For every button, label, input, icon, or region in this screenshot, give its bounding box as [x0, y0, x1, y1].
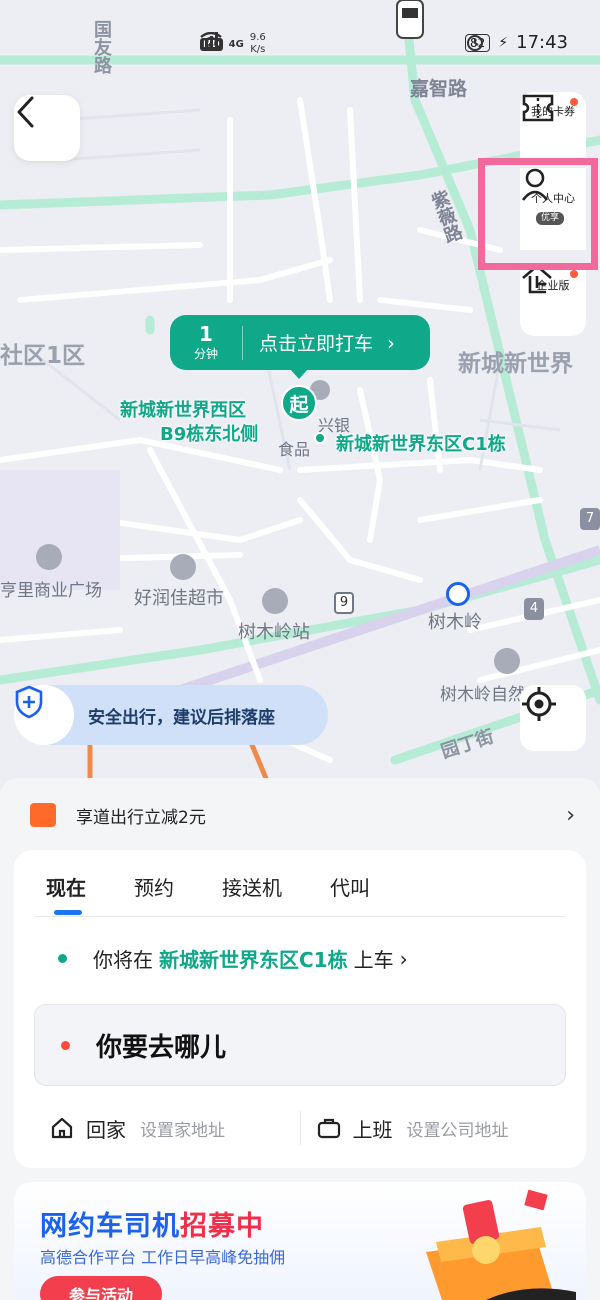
route-badge: 7: [580, 508, 600, 530]
banner-title-part2: 招募中: [180, 1211, 264, 1242]
pickup-marker[interactable]: [314, 432, 326, 444]
start-location-label: 新城新世界西区: [120, 400, 246, 421]
back-arrow-icon: [17, 96, 34, 128]
route-badge: 9: [334, 592, 354, 614]
tab-reserve[interactable]: 预约: [134, 872, 174, 901]
banner-title-part1: 网约车司机: [40, 1211, 180, 1242]
speed-value: 9.6: [249, 32, 266, 43]
call-ride-label: 点击立即打车: [259, 333, 374, 355]
chevron-right-icon: ›: [387, 330, 396, 355]
poi-label: 食品: [278, 440, 311, 459]
bottom-sheet: 享道出行立减2元 › 现在 预约 接送机 代叫 你将在 新城新世界东区C1栋 上…: [0, 778, 600, 1300]
banner-title: 网约车司机招募中: [40, 1204, 264, 1243]
safety-shield-icon: [14, 685, 74, 745]
supermarket-icon: [170, 554, 196, 580]
start-location-label-line2: B9栋东北侧: [160, 424, 259, 445]
tab-airport[interactable]: 接送机: [222, 872, 282, 901]
driver-recruit-banner[interactable]: 网约车司机招募中 高德合作平台 工作日早高峰免抽佣 参与活动: [14, 1182, 586, 1300]
work-shortcut[interactable]: 上班 设置公司地址: [301, 1114, 567, 1143]
my-coupons-button[interactable]: 我的卡券: [520, 92, 586, 162]
poi-label: 树木岭自然: [440, 685, 525, 705]
coupon-icon: [522, 94, 554, 122]
eta: 1 分钟: [170, 323, 242, 362]
gift-illustration: [426, 1189, 576, 1300]
tabs-divider: [34, 916, 566, 917]
promo-bar[interactable]: 享道出行立减2元 ›: [30, 798, 575, 832]
destination-dot: [61, 1040, 70, 1050]
speed-unit: K/s: [250, 44, 266, 55]
locate-button[interactable]: [520, 685, 586, 751]
ride-card: 现在 预约 接送机 代叫 你将在 新城新世界东区C1栋 上车 › 你要去哪儿 回…: [14, 850, 586, 1168]
pickup-marker-label: 新城新世界东区C1栋: [336, 434, 506, 455]
briefcase-icon: [317, 1118, 340, 1139]
charging-icon: ⚡: [498, 34, 509, 51]
address-shortcuts: 回家 设置家地址 上班 设置公司地址: [34, 1108, 566, 1148]
coupon-icon: [30, 803, 56, 827]
park-icon: [494, 648, 520, 674]
poi-label: 亨里商业广场: [0, 581, 102, 601]
home-hint: 设置家地址: [140, 1120, 225, 1141]
network-type: 4G: [228, 38, 244, 50]
pickup-suffix: 上车: [353, 948, 394, 972]
bus-stop-icon: [262, 588, 288, 614]
eta-number: 1: [199, 322, 213, 346]
pickup-place: 新城新世界东区C1栋: [159, 948, 348, 972]
enterprise-button[interactable]: 企业版: [520, 264, 586, 336]
subway-icon: [446, 582, 470, 606]
work-label: 上班: [352, 1117, 393, 1142]
safety-banner[interactable]: 安全出行，建议后排落座: [14, 685, 328, 745]
back-button[interactable]: [14, 95, 80, 161]
tab-now[interactable]: 现在: [46, 872, 86, 901]
ride-tabs: 现在 预约 接送机 代叫: [34, 872, 418, 901]
road-label: 嘉智路: [410, 78, 468, 100]
poi-label: 好润佳超市: [134, 588, 224, 609]
start-pin[interactable]: 起: [281, 385, 317, 421]
chevron-right-icon: ›: [399, 946, 408, 971]
safety-text: 安全出行，建议后排落座: [88, 707, 275, 728]
work-hint: 设置公司地址: [406, 1120, 509, 1141]
notification-dot: [570, 270, 578, 278]
area-label: 社区1区: [0, 343, 86, 369]
pickup-prefix: 你将在: [93, 948, 153, 972]
pickup-row[interactable]: 你将在 新城新世界东区C1栋 上车 ›: [58, 944, 408, 973]
map-view[interactable]: 嘉智路 紫薇路 国友路 园丁街 社区1区 新城新世界 亨里商业广场 好润佳超市 …: [0, 0, 600, 800]
crosshair-icon: [522, 687, 556, 721]
join-activity-button[interactable]: 参与活动: [40, 1276, 162, 1300]
destination-input[interactable]: 你要去哪儿: [34, 1004, 566, 1086]
poi-label: 树木岭: [428, 612, 482, 633]
destination-placeholder: 你要去哪儿: [96, 1032, 227, 1063]
area-label: 新城新世界: [458, 351, 573, 377]
banner-subtitle: 高德合作平台 工作日早高峰免抽佣: [40, 1248, 286, 1267]
shopping-icon: [36, 544, 62, 570]
poi-label: 树木岭站: [238, 622, 310, 643]
clock: 17:43: [516, 32, 568, 53]
status-bar: HD 4G 9.6 K/s 82 ⚡ 17:43: [0, 28, 600, 62]
promo-text: 享道出行立减2元: [76, 807, 206, 828]
chevron-right-icon: ›: [566, 802, 575, 828]
tab-proxy[interactable]: 代叫: [330, 872, 370, 901]
alarm-icon: [467, 35, 483, 51]
pill-divider: [242, 325, 243, 360]
wifi-icon: [200, 32, 222, 48]
pickup-dot: [58, 954, 67, 963]
home-shortcut[interactable]: 回家 设置家地址: [34, 1114, 300, 1143]
tab-indicator: [54, 910, 82, 915]
notification-dot: [570, 98, 578, 106]
route-badge: 4: [524, 598, 544, 620]
personal-center-highlight: [478, 158, 598, 270]
eta-unit: 分钟: [193, 347, 218, 361]
network-speed: 9.6 K/s: [250, 32, 266, 56]
call-ride-pill[interactable]: 1 分钟 点击立即打车 ›: [170, 315, 430, 379]
home-icon: [51, 1117, 73, 1139]
home-label: 回家: [86, 1117, 126, 1142]
